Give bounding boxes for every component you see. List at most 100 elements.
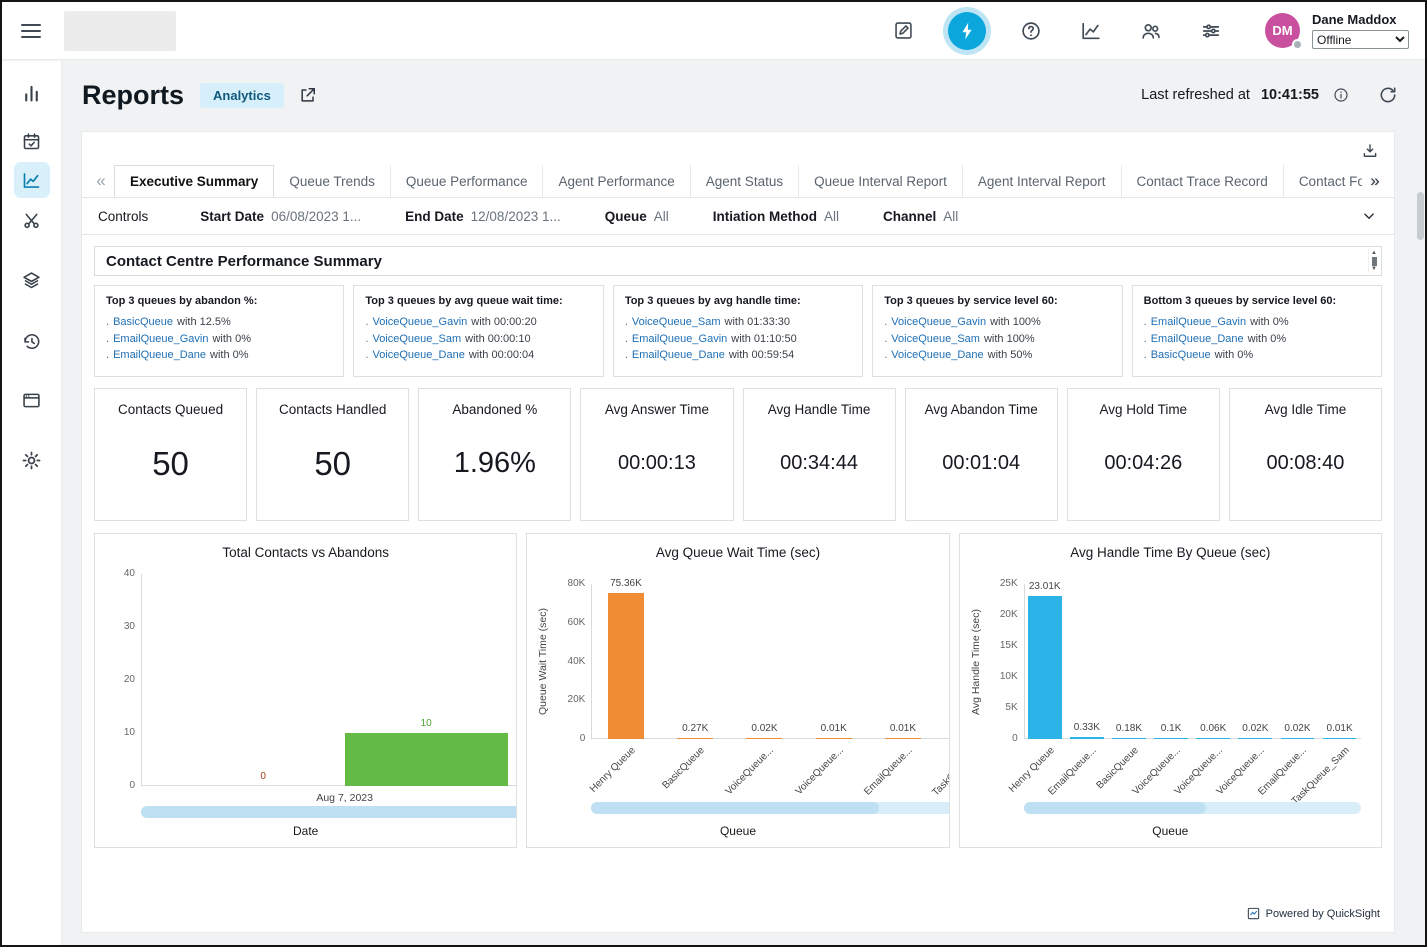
queue-link[interactable]: VoiceQueue_Gavin	[372, 314, 467, 331]
bar-voicequeue-avg-handle-time[interactable]	[1196, 738, 1230, 739]
summary-item-text: with 0%	[1248, 331, 1287, 348]
refresh-icon[interactable]	[1375, 82, 1401, 108]
hamburger-menu-button[interactable]	[14, 14, 48, 48]
scroll-down-icon[interactable]: ▼	[1371, 266, 1377, 272]
chart-avg-queue-wait-time-sec: Avg Queue Wait Time (sec)020K40K60K80K75…	[526, 533, 949, 848]
bar-value-label: 0.01K	[942, 723, 949, 734]
queue-link[interactable]: EmailQueue_Dane	[1151, 331, 1244, 348]
queue-link[interactable]: EmailQueue_Gavin	[632, 331, 727, 348]
summary-item-text: with 12.5%	[177, 314, 231, 331]
control-filter-intiation-method[interactable]: Intiation MethodAll	[713, 209, 839, 224]
page-scrollbar[interactable]	[1417, 192, 1424, 240]
bar-emailqueue-avg-handle-time[interactable]	[1070, 737, 1104, 739]
quick-connect-button[interactable]	[943, 7, 991, 55]
chart-scrollbar-thumb[interactable]	[141, 806, 517, 818]
queue-link[interactable]: BasicQueue	[113, 314, 173, 331]
bar-henry-queue-avg-handle-time[interactable]	[1028, 596, 1062, 739]
queue-link[interactable]: EmailQueue_Dane	[113, 347, 206, 364]
sidebar-item-settings[interactable]	[14, 442, 50, 478]
download-icon[interactable]	[1358, 139, 1382, 163]
control-filter-value: All	[943, 209, 958, 224]
control-filter-queue[interactable]: QueueAll	[605, 209, 669, 224]
control-filter-start-date[interactable]: Start Date06/08/2023 1...	[200, 209, 361, 224]
queue-link[interactable]: VoiceQueue_Dane	[891, 347, 983, 364]
sidebar-item-realtime-metrics[interactable]	[14, 75, 50, 111]
info-icon[interactable]	[1330, 84, 1352, 106]
control-filter-channel[interactable]: Channel All	[883, 209, 958, 224]
bar-voicequeue-avg-handle-time[interactable]	[1238, 738, 1272, 739]
summary-scroll-thumb[interactable]	[1372, 257, 1377, 266]
chart-scrollbar[interactable]	[591, 802, 949, 814]
bar-basicqueue-avg-queue-wait-time[interactable]	[677, 738, 713, 739]
sidebar-item-routing[interactable]	[14, 202, 50, 238]
bar-voicequeue-avg-queue-wait-time[interactable]	[816, 738, 852, 739]
bar-emailqueue-avg-handle-time[interactable]	[1281, 738, 1315, 739]
summary-item-text: with 00:00:20	[471, 314, 536, 331]
kpi-value: 00:34:44	[780, 452, 858, 475]
tabs-scroll-left-icon[interactable]: «	[88, 165, 114, 197]
queue-link[interactable]: VoiceQueue_Dane	[372, 347, 464, 364]
x-tick-label: TaskQueue_...	[931, 745, 950, 798]
notes-icon[interactable]	[886, 14, 920, 48]
avatar[interactable]: DM	[1265, 13, 1300, 48]
bar-basicqueue-avg-handle-time[interactable]	[1112, 738, 1146, 739]
control-filter-label: Channel	[883, 209, 936, 224]
sidebar-item-history[interactable]	[14, 323, 50, 359]
controls-collapse-chevron-icon[interactable]	[1360, 207, 1378, 225]
summary-card: Top 3 queues by avg handle time:.VoiceQu…	[613, 285, 863, 377]
x-tick-label: VoiceQueue...	[724, 745, 776, 797]
queue-link[interactable]: EmailQueue_Dane	[632, 347, 725, 364]
queue-link[interactable]: BasicQueue	[1151, 347, 1211, 364]
queue-link[interactable]: EmailQueue_Gavin	[1151, 314, 1246, 331]
tab-queue-interval-report[interactable]: Queue Interval Report	[799, 165, 963, 197]
control-filter-end-date[interactable]: End Date12/08/2023 1...	[405, 209, 561, 224]
tab-executive-summary[interactable]: Executive Summary	[114, 165, 274, 197]
chart-scrollbar-thumb[interactable]	[591, 802, 879, 814]
help-icon[interactable]	[1014, 14, 1048, 48]
sidebar-item-workspaces[interactable]	[14, 382, 50, 418]
bar-voicequeue-avg-queue-wait-time[interactable]	[746, 738, 782, 739]
tab-contact-forensics[interactable]: Contact Forensics	[1284, 165, 1362, 197]
tab-agent-performance[interactable]: Agent Performance	[543, 165, 690, 197]
tab-agent-status[interactable]: Agent Status	[691, 165, 799, 197]
bar-aug-7-2023-contacts[interactable]	[345, 733, 508, 786]
kpi-card-contacts-handled: Contacts Handled50	[256, 388, 409, 521]
queue-link[interactable]: EmailQueue_Gavin	[113, 331, 208, 348]
bar-taskqueue-sam-avg-handle-time[interactable]	[1323, 738, 1357, 739]
sidebar-item-analytics-reports[interactable]	[14, 162, 50, 198]
queue-link[interactable]: VoiceQueue_Sam	[632, 314, 721, 331]
tab-agent-interval-report[interactable]: Agent Interval Report	[963, 165, 1122, 197]
x-axis-title: Queue	[527, 824, 948, 838]
scroll-up-icon[interactable]: ▲	[1371, 250, 1377, 256]
chart-scrollbar[interactable]	[1024, 802, 1361, 814]
summary-scrollbar[interactable]: ▲ ▼	[1368, 249, 1379, 273]
kpi-value: 00:04:26	[1104, 452, 1182, 475]
queue-link[interactable]: VoiceQueue_Sam	[372, 331, 461, 348]
tab-contact-trace-record[interactable]: Contact Trace Record	[1122, 165, 1284, 197]
tabs-row: « Executive SummaryQueue TrendsQueue Per…	[82, 165, 1394, 198]
queue-link[interactable]: VoiceQueue_Gavin	[891, 314, 986, 331]
bar-henry-queue-avg-queue-wait-time[interactable]	[608, 593, 644, 739]
powered-by: Powered by QuickSight	[1247, 907, 1380, 920]
bar-emailqueue-avg-queue-wait-time[interactable]	[885, 738, 921, 739]
kpi-value: 1.96%	[454, 447, 536, 480]
chart-total-contacts-vs-abandons: Total Contacts vs Abandons01020304000110…	[94, 533, 517, 848]
kpi-card-contacts-queued: Contacts Queued50	[94, 388, 247, 521]
control-filter-label: Queue	[605, 209, 647, 224]
tab-queue-performance[interactable]: Queue Performance	[391, 165, 544, 197]
bar-voicequeue-avg-handle-time[interactable]	[1154, 738, 1188, 739]
tabs-scroll-right-icon[interactable]: »	[1362, 165, 1388, 197]
analytics-chart-icon[interactable]	[1074, 14, 1108, 48]
sidebar-item-scheduled-reports[interactable]	[14, 123, 50, 159]
bullet: .	[365, 347, 368, 364]
chart-scrollbar[interactable]	[141, 806, 517, 818]
settings-sliders-icon[interactable]	[1194, 14, 1228, 48]
sidebar-item-queues[interactable]	[14, 262, 50, 298]
queue-link[interactable]: VoiceQueue_Sam	[891, 331, 980, 348]
chart-scrollbar-thumb[interactable]	[1024, 802, 1206, 814]
tab-queue-trends[interactable]: Queue Trends	[274, 165, 391, 197]
controls-label: Controls	[98, 209, 148, 224]
users-icon[interactable]	[1134, 14, 1168, 48]
agent-status-select[interactable]: Offline	[1312, 30, 1409, 49]
external-link-icon[interactable]	[298, 85, 318, 105]
